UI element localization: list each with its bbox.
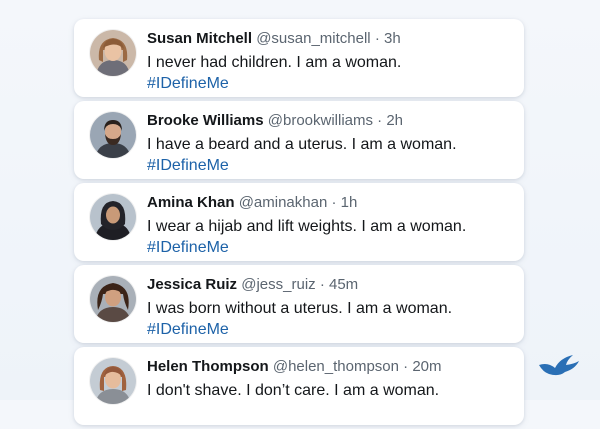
hashtag-link[interactable]: #IDefineMe: [147, 320, 229, 340]
separator-dot: ·: [327, 194, 341, 211]
author-name[interactable]: Susan Mitchell: [147, 30, 252, 47]
avatar-image: [90, 194, 136, 240]
tweet-time[interactable]: 1h: [341, 194, 358, 211]
avatar[interactable]: [90, 358, 136, 404]
tweet-text: I was born without a uterus. I am a woma…: [147, 300, 453, 317]
tweet-time[interactable]: 3h: [384, 30, 401, 47]
author-name[interactable]: Amina Khan: [147, 194, 235, 211]
author-handle[interactable]: @aminakhan: [239, 194, 328, 211]
hashtag-link[interactable]: #IDefineMe: [147, 156, 229, 176]
separator-dot: ·: [315, 276, 329, 293]
avatar[interactable]: [90, 30, 136, 76]
author-name[interactable]: Brooke Williams: [147, 112, 264, 129]
author-name[interactable]: Helen Thompson: [147, 358, 269, 375]
tweet-card[interactable]: Brooke Williams @brookwilliams · 2h I ha…: [74, 101, 524, 179]
tweet-header: Brooke Williams @brookwilliams · 2h: [147, 111, 403, 130]
author-handle[interactable]: @helen_thompson: [273, 358, 399, 375]
separator-dot: ·: [370, 30, 384, 47]
avatar-image: [90, 276, 136, 322]
avatar-image: [90, 358, 136, 404]
hashtag-link[interactable]: #IDefineMe: [147, 74, 229, 94]
tweet-time[interactable]: 2h: [386, 112, 403, 129]
avatar[interactable]: [90, 194, 136, 240]
separator-dot: ·: [373, 112, 387, 129]
tweet-card[interactable]: Amina Khan @aminakhan · 1h I wear a hija…: [74, 183, 524, 261]
avatar[interactable]: [90, 276, 136, 322]
tweet-feed: Susan Mitchell @susan_mitchell · 3h I ne…: [74, 19, 524, 429]
tweet-header: Jessica Ruiz @jess_ruiz · 45m: [147, 275, 358, 294]
tweet-time[interactable]: 20m: [412, 358, 441, 375]
tweet-header: Amina Khan @aminakhan · 1h: [147, 193, 357, 212]
tweet-time[interactable]: 45m: [329, 276, 358, 293]
tweet-header: Helen Thompson @helen_thompson · 20m: [147, 357, 442, 376]
hashtag-link[interactable]: #IDefineMe: [147, 238, 229, 258]
separator-dot: ·: [399, 358, 413, 375]
tweet-card[interactable]: Jessica Ruiz @jess_ruiz · 45m I was born…: [74, 265, 524, 343]
tweet-text: I don't shave. I don’t care. I am a woma…: [147, 382, 440, 399]
author-handle[interactable]: @brookwilliams: [268, 112, 373, 129]
author-handle[interactable]: @susan_mitchell: [256, 30, 370, 47]
avatar[interactable]: [90, 112, 136, 158]
avatar-image: [90, 30, 136, 76]
tweet-text: I have a beard and a uterus. I am a woma…: [147, 136, 457, 153]
bird-icon: [539, 355, 579, 376]
tweet-card[interactable]: Susan Mitchell @susan_mitchell · 3h I ne…: [74, 19, 524, 97]
author-handle[interactable]: @jess_ruiz: [241, 276, 315, 293]
tweet-text: I never had children. I am a woman.: [147, 54, 402, 71]
tweet-text: I wear a hijab and lift weights. I am a …: [147, 218, 467, 235]
tweet-card[interactable]: Helen Thompson @helen_thompson · 20m I d…: [74, 347, 524, 425]
author-name[interactable]: Jessica Ruiz: [147, 276, 237, 293]
tweet-header: Susan Mitchell @susan_mitchell · 3h: [147, 29, 401, 48]
avatar-image: [90, 112, 136, 158]
